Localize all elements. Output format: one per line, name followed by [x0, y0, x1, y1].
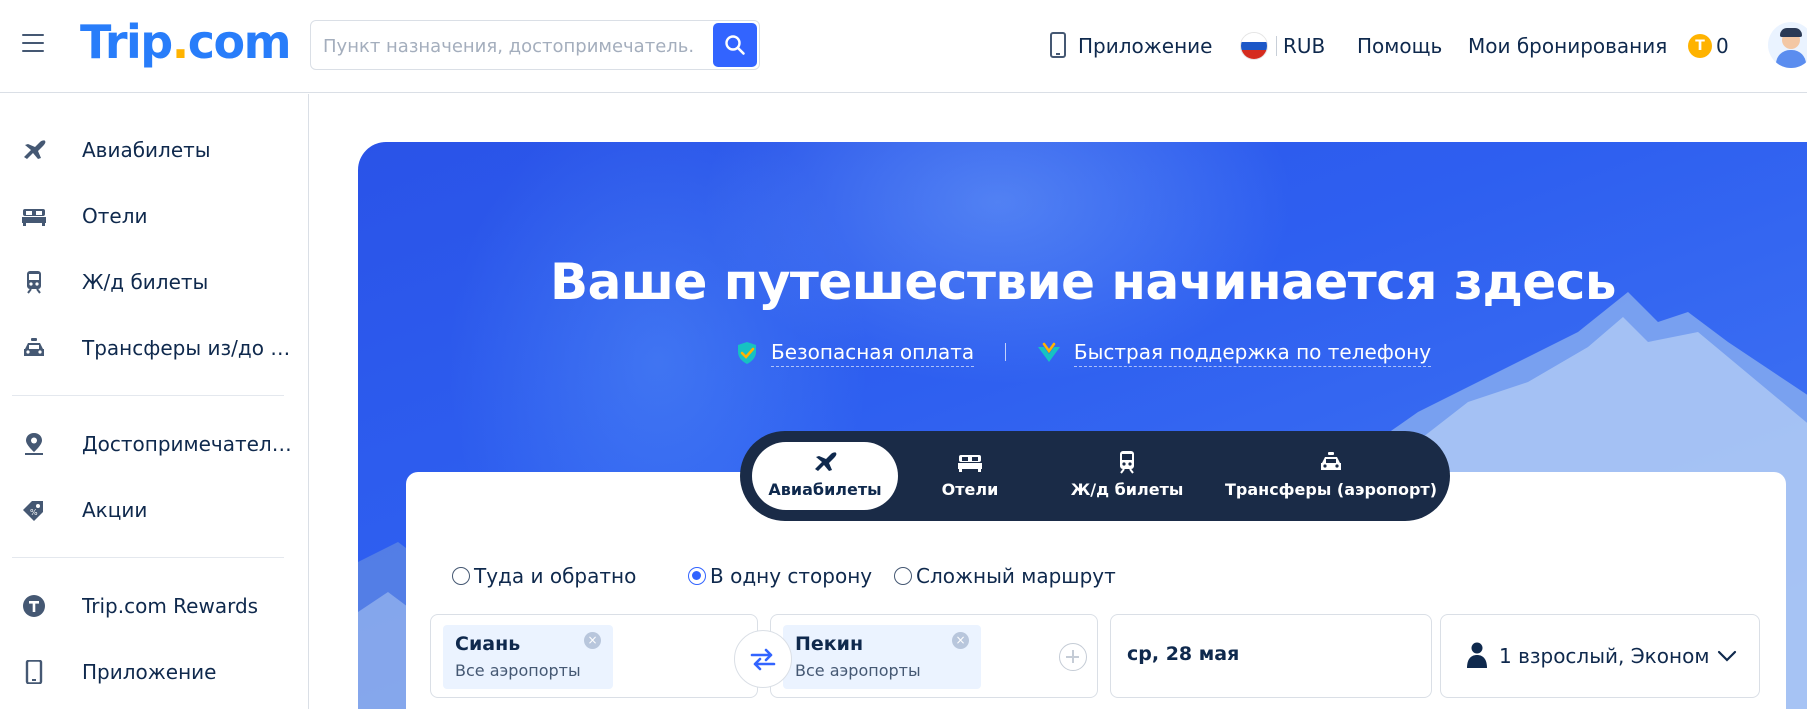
- radio-multi-city[interactable]: Сложный маршрут: [894, 562, 1116, 590]
- radio-one-way[interactable]: В одну сторону: [688, 562, 872, 590]
- radio-circle: [894, 566, 912, 585]
- help-link[interactable]: Помощь: [1357, 30, 1442, 62]
- close-icon[interactable]: ×: [584, 632, 601, 649]
- tab-label: Трансферы (аэропорт): [1224, 480, 1438, 499]
- sidebar-item-label: Трансферы из/до аэропорта: [82, 336, 300, 360]
- origin-city: Сиань: [455, 633, 521, 655]
- train-icon: [27, 271, 41, 294]
- plane-icon: [815, 452, 837, 471]
- svg-text:%: %: [30, 508, 38, 517]
- add-destination-icon[interactable]: [1059, 643, 1087, 671]
- sidebar-item-app[interactable]: Приложение: [0, 646, 308, 698]
- sidebar-item-label: Отели: [82, 204, 148, 228]
- search-input[interactable]: [323, 33, 693, 59]
- hero-title: Ваше путешествие начинается здесь: [550, 253, 1617, 311]
- passengers-class: 1 взрослый, Эконом: [1499, 644, 1710, 668]
- sidebar: Авиабилеты Отели Ж/д билеты Трансферы из…: [0, 94, 309, 709]
- tab-hotels[interactable]: Отели: [906, 442, 1034, 510]
- departure-date-field[interactable]: ср, 28 мая: [1110, 614, 1432, 698]
- avatar[interactable]: [1768, 22, 1807, 68]
- sidebar-item-label: Авиабилеты: [82, 138, 211, 162]
- tag-icon: %: [23, 501, 43, 521]
- radio-label: В одну сторону: [710, 564, 873, 588]
- badge-divider: [1004, 342, 1006, 361]
- phone-icon: [25, 660, 43, 684]
- product-tabs: Авиабилеты Отели Ж/д билеты Трансферы (а…: [740, 431, 1450, 521]
- tab-trains[interactable]: Ж/д билеты: [1042, 442, 1212, 510]
- russia-flag-icon[interactable]: [1240, 32, 1268, 60]
- swap-button[interactable]: [734, 630, 792, 688]
- trip-logo[interactable]: Trip.com: [80, 12, 292, 72]
- origin-chip[interactable]: Сиань Все аэропорты ×: [443, 625, 613, 689]
- train-icon: [1120, 451, 1134, 474]
- bed-icon: [22, 209, 46, 226]
- sidebar-item-label: Trip.com Rewards: [82, 594, 259, 618]
- radio-label: Туда и обратно: [474, 564, 637, 588]
- sidebar-item-label: Акции: [82, 498, 148, 522]
- tab-label: Отели: [941, 480, 999, 499]
- origin-airports: Все аэропорты: [455, 661, 581, 680]
- top-header: Trip.com Приложение RUB Помощь Мои брони…: [0, 0, 1807, 93]
- search-button[interactable]: [713, 23, 757, 67]
- divider: [1276, 36, 1277, 56]
- sidebar-item-deals[interactable]: % Акции: [0, 484, 308, 536]
- shield-check-icon: [737, 342, 756, 364]
- sidebar-item-trains[interactable]: Ж/д билеты: [0, 256, 308, 308]
- map-pin-icon: [25, 433, 43, 455]
- search-icon: [725, 35, 745, 55]
- destination-city: Пекин: [795, 633, 864, 655]
- sidebar-item-hotels[interactable]: Отели: [0, 190, 308, 242]
- destination-airports: Все аэропорты: [795, 661, 921, 680]
- origin-field[interactable]: Сиань Все аэропорты ×: [430, 614, 758, 698]
- radio-circle: [452, 566, 470, 585]
- swap-icon: [750, 648, 776, 671]
- coins-count: 0: [1716, 34, 1729, 58]
- sidebar-item-flights[interactable]: Авиабилеты: [0, 124, 308, 176]
- sidebar-item-transfers[interactable]: Трансферы из/до аэропорта: [0, 322, 308, 374]
- bed-icon: [958, 455, 982, 472]
- chevron-down-icon: [1717, 650, 1737, 662]
- car-icon: [24, 338, 44, 356]
- trust-badges: Безопасная оплата Быстрая поддержка по т…: [358, 336, 1807, 367]
- destination-field[interactable]: Пекин Все аэропорты ×: [770, 614, 1098, 698]
- tab-flights[interactable]: Авиабилеты: [752, 442, 898, 510]
- destination-chip[interactable]: Пекин Все аэропорты ×: [783, 625, 981, 689]
- tab-label: Авиабилеты: [768, 480, 882, 499]
- sidebar-item-label: Достопримечательности: [82, 432, 300, 456]
- rewards-icon: [23, 595, 45, 617]
- my-bookings-link[interactable]: Мои бронирования: [1468, 30, 1667, 62]
- phone-icon: [1050, 32, 1066, 58]
- radio-round-trip[interactable]: Туда и обратно: [452, 562, 636, 590]
- secure-payment-label: Безопасная оплата: [770, 339, 975, 367]
- tab-label: Ж/д билеты: [1070, 480, 1184, 499]
- radio-label: Сложный маршрут: [916, 564, 1116, 588]
- sidebar-divider: [12, 395, 284, 396]
- plane-icon: [24, 140, 46, 159]
- search-box: [310, 20, 760, 70]
- currency-selector[interactable]: RUB: [1283, 30, 1325, 62]
- sidebar-item-label: Приложение: [82, 660, 217, 684]
- trip-coins-icon[interactable]: T: [1688, 34, 1712, 58]
- sidebar-item-attractions[interactable]: Достопримечательности: [0, 418, 308, 470]
- person-icon: [1467, 642, 1487, 668]
- phone-support-label: Быстрая поддержка по телефону: [1073, 339, 1432, 367]
- departure-date: ср, 28 мая: [1127, 643, 1240, 665]
- tab-transfers[interactable]: Трансферы (аэропорт): [1220, 442, 1442, 510]
- car-icon: [1321, 452, 1341, 470]
- sidebar-divider: [12, 557, 284, 558]
- radio-circle: [688, 566, 706, 585]
- menu-icon[interactable]: [22, 34, 44, 52]
- phone-support-badge[interactable]: Быстрая поддержка по телефону: [1036, 338, 1432, 367]
- secure-payment-badge[interactable]: Безопасная оплата: [735, 338, 975, 367]
- sidebar-item-rewards[interactable]: Trip.com Rewards: [0, 580, 308, 632]
- close-icon[interactable]: ×: [952, 632, 969, 649]
- passengers-field[interactable]: 1 взрослый, Эконом: [1440, 614, 1760, 698]
- support-check-icon: [1037, 342, 1060, 362]
- app-link[interactable]: Приложение: [1078, 30, 1212, 62]
- sidebar-item-label: Ж/д билеты: [82, 270, 209, 294]
